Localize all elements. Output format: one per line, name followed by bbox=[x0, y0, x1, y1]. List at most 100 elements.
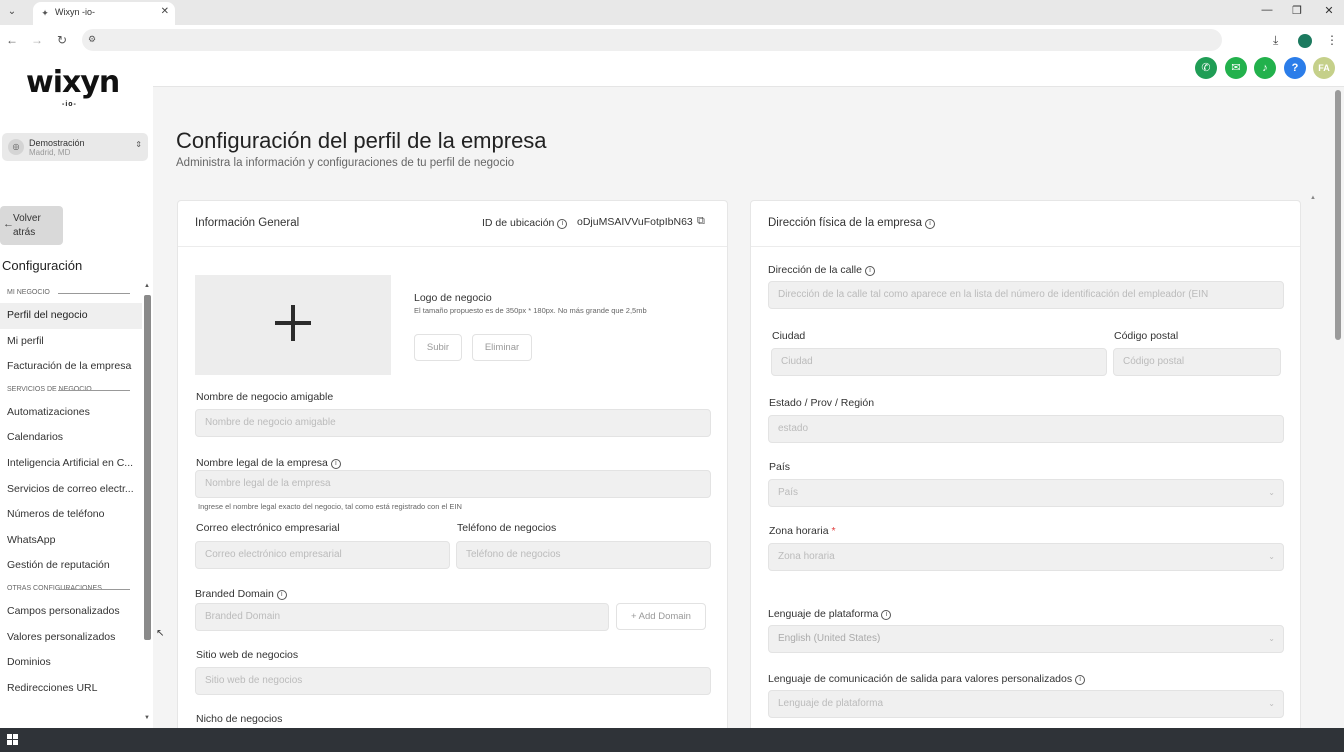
timezone-select[interactable]: Zona horaria ⌄ bbox=[768, 543, 1284, 571]
help-icon[interactable]: ? bbox=[1284, 57, 1306, 79]
forward-arrow-icon[interactable]: → bbox=[30, 33, 44, 47]
postal-input[interactable]: Código postal bbox=[1113, 348, 1281, 376]
state-input[interactable]: estado bbox=[768, 415, 1284, 443]
sidebar-item-business-profile[interactable]: Perfil del negocio bbox=[0, 303, 142, 329]
branded-domain-text: Branded Domain bbox=[195, 588, 274, 600]
reload-icon[interactable]: ↻ bbox=[55, 33, 69, 47]
account-switcher[interactable]: ◎ Demostración Madrid, MD ⇕ bbox=[2, 133, 148, 161]
sidebar-item-my-profile[interactable]: Mi perfil bbox=[0, 329, 142, 355]
legal-name-hint: Ingrese el nombre legal exacto del negoc… bbox=[198, 502, 462, 511]
sidebar-item-url-redirects[interactable]: Redirecciones URL bbox=[0, 676, 142, 702]
city-input[interactable]: Ciudad bbox=[771, 348, 1107, 376]
required-marker: * bbox=[831, 525, 836, 537]
browser-menu-icon[interactable]: ⋮ bbox=[1326, 33, 1338, 47]
platform-lang-text: Lenguaje de plataforma bbox=[768, 608, 879, 620]
logo-hint: El tamaño propuesto es de 350px * 180px.… bbox=[414, 306, 647, 315]
minimize-icon[interactable]: — bbox=[1259, 4, 1275, 16]
sidebar-scrollbar[interactable]: ▲ ▼ bbox=[143, 283, 153, 725]
browser-toolbar: ← → ↻ ⚙ ⤓ ⋮ bbox=[0, 25, 1344, 55]
sidebar-item-reputation[interactable]: Gestión de reputación bbox=[0, 553, 142, 579]
page-subtitle: Administra la información y configuracio… bbox=[176, 157, 515, 169]
sidebar-item-ai[interactable]: Inteligencia Artificial en C... bbox=[0, 451, 142, 477]
app-header bbox=[153, 55, 1344, 87]
mouse-cursor-icon: ↖ bbox=[156, 628, 165, 639]
windows-start-icon[interactable] bbox=[7, 734, 19, 746]
phone-icon[interactable]: ✆ bbox=[1195, 57, 1217, 79]
sidebar-item-automations[interactable]: Automatizaciones bbox=[0, 400, 142, 426]
favicon-icon: ✦ bbox=[41, 8, 49, 18]
branded-domain-input[interactable]: Branded Domain bbox=[195, 603, 609, 631]
info-icon[interactable]: i bbox=[557, 219, 568, 229]
friendly-name-input[interactable]: Nombre de negocio amigable bbox=[195, 409, 711, 437]
user-avatar[interactable]: FA bbox=[1313, 57, 1335, 79]
sidebar-title: Configuración bbox=[2, 258, 83, 273]
website-input[interactable]: Sitio web de negocios bbox=[195, 667, 711, 695]
sidebar-item-custom-values[interactable]: Valores personalizados bbox=[0, 625, 142, 651]
location-id-label: ID de ubicación i bbox=[482, 217, 568, 229]
window-close-icon[interactable]: ✕ bbox=[1321, 4, 1337, 17]
delete-button[interactable]: Eliminar bbox=[472, 334, 532, 361]
phone-input[interactable]: Teléfono de negocios bbox=[456, 541, 711, 569]
megaphone-icon[interactable]: ✉ bbox=[1225, 57, 1247, 79]
browser-profile-icon[interactable] bbox=[1298, 34, 1312, 48]
card-title: Información General bbox=[195, 217, 300, 229]
sidebar-item-domains[interactable]: Dominios bbox=[0, 650, 142, 676]
timezone-value: Zona horaria bbox=[778, 551, 835, 562]
info-icon[interactable]: i bbox=[864, 266, 875, 276]
legal-name-input[interactable]: Nombre legal de la empresa bbox=[195, 470, 711, 498]
nav-section-label: MI NEGOCIO bbox=[0, 283, 142, 303]
info-icon[interactable]: i bbox=[925, 219, 936, 229]
country-label: País bbox=[769, 461, 791, 473]
sidebar-item-custom-fields[interactable]: Campos personalizados bbox=[0, 599, 142, 625]
logo-text: wixyn bbox=[26, 65, 120, 100]
phone-label: Teléfono de negocios bbox=[457, 522, 557, 534]
email-input[interactable]: Correo electrónico empresarial bbox=[195, 541, 450, 569]
scroll-up-icon[interactable]: ▲ bbox=[1310, 195, 1316, 201]
city-label: Ciudad bbox=[772, 330, 806, 342]
website-label: Sitio web de negocios bbox=[196, 649, 299, 661]
address-bar[interactable]: ⚙ bbox=[82, 29, 1222, 51]
street-label: Dirección de la calle i bbox=[768, 264, 875, 276]
platform-lang-value: English (United States) bbox=[778, 633, 881, 644]
sidebar-item-whatsapp[interactable]: WhatsApp bbox=[0, 528, 142, 554]
logo-label: Logo de negocio bbox=[414, 292, 492, 304]
country-select[interactable]: País ⌄ bbox=[768, 479, 1284, 507]
timezone-label-text: Zona horaria bbox=[769, 525, 829, 537]
main-scrollbar[interactable] bbox=[1332, 88, 1344, 728]
street-label-text: Dirección de la calle bbox=[768, 264, 862, 276]
info-icon[interactable]: i bbox=[330, 459, 341, 469]
street-input[interactable]: Dirección de la calle tal como aparece e… bbox=[768, 281, 1284, 309]
wixyn-logo: wixyn -io- bbox=[26, 67, 126, 113]
tab-close-icon[interactable]: ✕ bbox=[161, 6, 169, 17]
logo-upload-area[interactable] bbox=[195, 275, 391, 375]
site-info-icon[interactable]: ⚙ bbox=[88, 34, 96, 45]
back-arrow-icon[interactable]: ← bbox=[5, 33, 19, 47]
sidebar-item-billing[interactable]: Facturación de la empresa bbox=[0, 354, 142, 380]
branded-domain-label: Branded Domain i bbox=[195, 588, 287, 600]
sidebar-item-calendars[interactable]: Calendarios bbox=[0, 425, 142, 451]
page-title: Configuración del perfil de la empresa bbox=[176, 128, 547, 153]
platform-lang-select[interactable]: English (United States) ⌄ bbox=[768, 625, 1284, 653]
back-button[interactable]: ← Volver atrás bbox=[0, 206, 63, 245]
download-icon[interactable]: ⤓ bbox=[1273, 33, 1278, 48]
info-icon[interactable]: i bbox=[1075, 675, 1086, 685]
upload-button[interactable]: Subir bbox=[414, 334, 462, 361]
scrollbar-thumb[interactable] bbox=[144, 295, 151, 640]
outbound-lang-text: Lenguaje de comunicación de salida para … bbox=[768, 673, 1073, 685]
browser-tab[interactable]: ✦ Wixyn -io- ✕ bbox=[33, 2, 175, 25]
copy-icon[interactable]: ⧉ bbox=[697, 215, 705, 228]
info-icon[interactable]: i bbox=[276, 590, 287, 600]
sidebar-item-email-services[interactable]: Servicios de correo electr... bbox=[0, 477, 142, 503]
scroll-up-icon[interactable]: ▲ bbox=[144, 283, 150, 289]
maximize-icon[interactable]: ❐ bbox=[1289, 4, 1305, 17]
outbound-lang-value: Lenguaje de plataforma bbox=[778, 698, 884, 709]
tab-search-icon[interactable]: ⌄ bbox=[4, 4, 20, 20]
add-domain-button[interactable]: + Add Domain bbox=[616, 603, 706, 630]
plus-icon bbox=[275, 305, 311, 341]
bell-icon[interactable]: ♪ bbox=[1254, 57, 1276, 79]
scrollbar-thumb[interactable] bbox=[1335, 90, 1341, 340]
info-icon[interactable]: i bbox=[881, 610, 892, 620]
sidebar-item-phone-numbers[interactable]: Números de teléfono bbox=[0, 502, 142, 528]
outbound-lang-select[interactable]: Lenguaje de plataforma ⌄ bbox=[768, 690, 1284, 718]
scroll-down-icon[interactable]: ▼ bbox=[144, 715, 150, 721]
